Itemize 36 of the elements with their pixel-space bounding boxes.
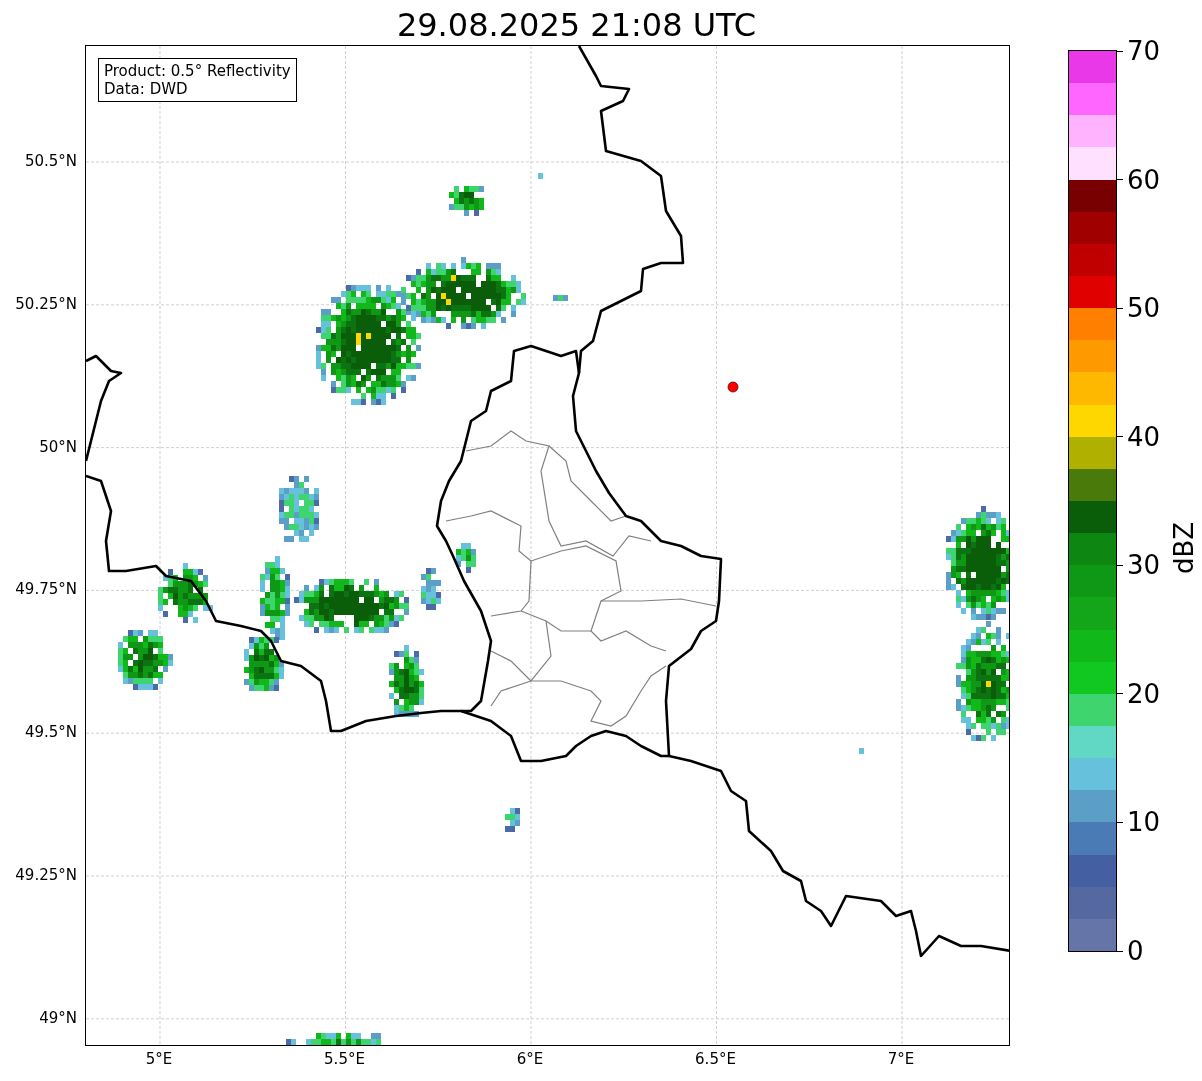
radar-echo [118,630,173,690]
colorbar-tick-label: 70 [1117,36,1161,66]
longitude-label: 5.5°E [324,1050,365,1068]
radar-echo [859,748,864,754]
latitude-label: 49.75°N [15,580,77,599]
colorbar-tick-label: 50 [1117,293,1161,324]
colorbar-tick-label: 40 [1117,421,1161,452]
latitude-label: 50°N [39,437,77,456]
latitude-label: 49°N [39,1008,77,1027]
longitude-label: 6.5°E [695,1050,736,1068]
latitude-label: 49.5°N [24,723,77,742]
radar-echo [505,808,520,832]
radar-echo [553,295,568,301]
colorbar-tick-label: 0 [1117,936,1144,966]
colorbar-tick-label: 60 [1117,164,1161,195]
radar-echo [449,186,484,216]
location-marker [727,381,739,393]
chart-title: 29.08.2025 21:08 UTC [395,5,758,45]
longitude-label: 7°E [887,1050,915,1068]
latitude-label: 50.25°N [15,294,77,313]
latitude-label: 50.5°N [24,152,77,170]
radar-echo [538,173,543,179]
info-text: Product: 0.5° Reflectivity [104,62,291,80]
longitude-label: 6°E [516,1050,544,1068]
radar-echo [421,568,441,610]
longitude-label: 5°E [145,1050,173,1068]
info-text: Data: DWD [104,80,189,98]
radar-echo [158,563,213,623]
latitude-label: 49.25°N [15,866,77,884]
radar-echo [389,645,424,717]
colorbar-tick-label: 20 [1117,678,1161,709]
colorbar-label: dBZ [1169,521,1199,575]
colorbar-tick-label: 30 [1117,550,1161,581]
radar-echo [279,476,319,542]
colorbar-tick-label: 10 [1117,807,1161,838]
radar-echo [456,543,476,573]
